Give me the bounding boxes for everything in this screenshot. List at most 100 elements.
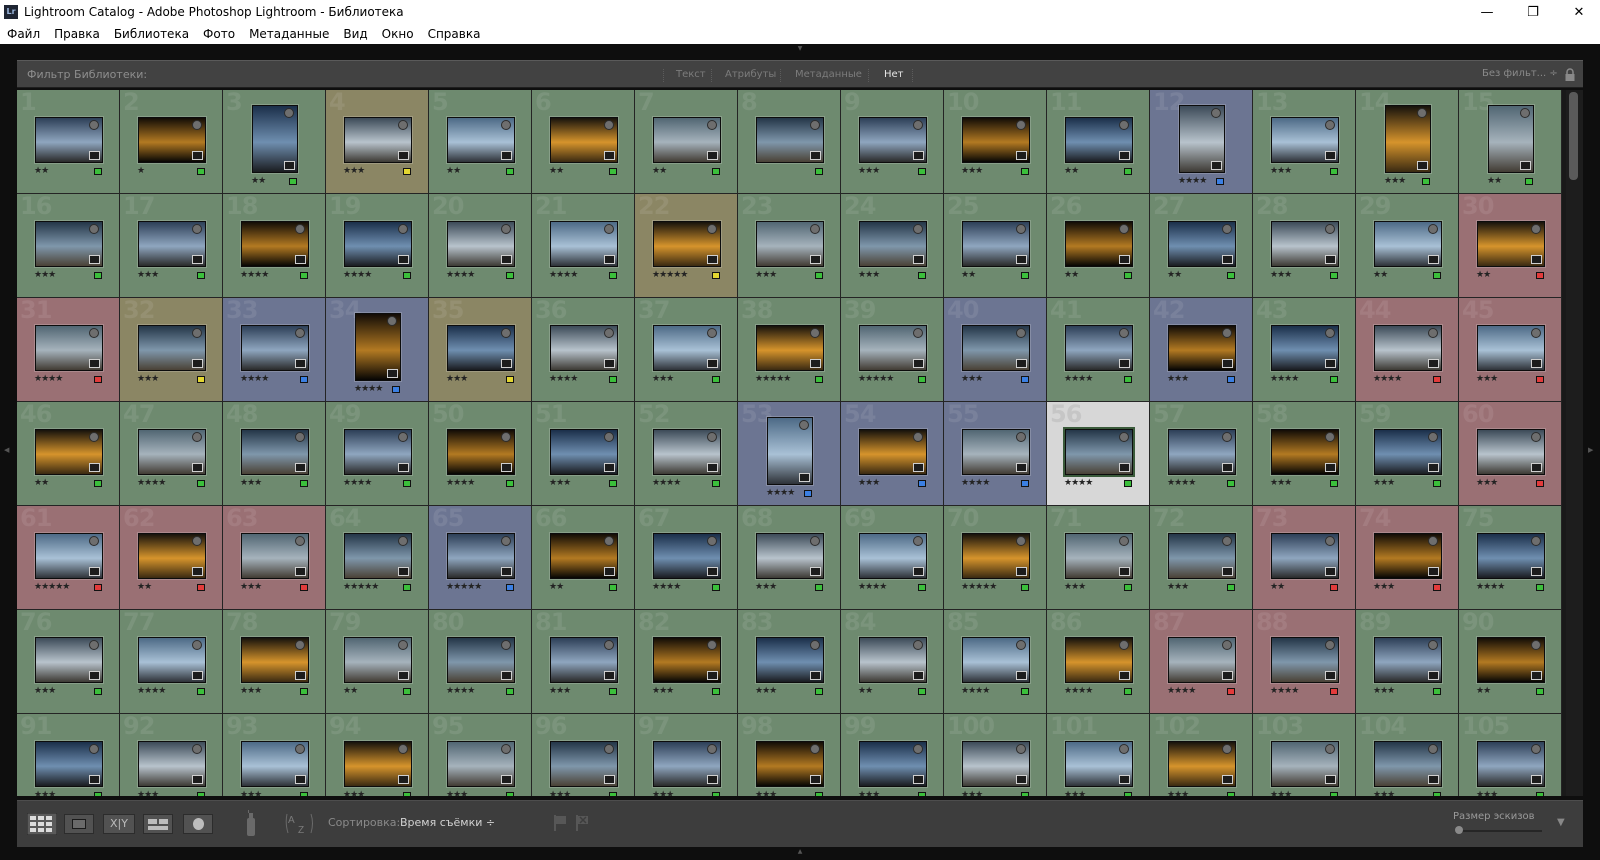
thumbnail-cell[interactable]: 66 ★★	[532, 506, 635, 610]
edited-badge-icon[interactable]	[913, 359, 924, 368]
color-label-icon[interactable]	[1021, 168, 1029, 175]
edited-badge-icon[interactable]	[1428, 359, 1439, 368]
edited-badge-icon[interactable]	[913, 463, 924, 472]
color-label-icon[interactable]	[94, 480, 102, 487]
thumbnail-cell[interactable]: 19 ★★★★	[326, 194, 429, 298]
star-rating[interactable]: ★★	[1487, 176, 1502, 186]
quick-collection-icon[interactable]	[604, 640, 614, 650]
thumbnail-cell[interactable]: 36 ★★★★	[532, 298, 635, 402]
edited-badge-icon[interactable]	[1325, 671, 1336, 680]
quick-collection-icon[interactable]	[1119, 744, 1129, 754]
thumbnail-cell[interactable]: 84 ★★	[841, 610, 944, 714]
star-rating[interactable]: ★★★★	[1373, 374, 1402, 384]
filter-none-button[interactable]: Нет	[884, 69, 904, 80]
quick-collection-icon[interactable]	[1325, 536, 1335, 546]
quick-collection-icon[interactable]	[1428, 744, 1438, 754]
color-label-icon[interactable]	[94, 168, 102, 175]
quick-collection-icon[interactable]	[398, 120, 408, 130]
star-rating[interactable]: ★★	[961, 270, 976, 280]
color-label-icon[interactable]	[94, 792, 102, 796]
thumbnail-cell[interactable]: 7 ★★	[635, 90, 738, 194]
edited-badge-icon[interactable]	[1222, 775, 1233, 784]
thumbnail-cell[interactable]: 60 ★★★	[1459, 402, 1562, 506]
quick-collection-icon[interactable]	[89, 224, 99, 234]
thumbnail-cell[interactable]: 40 ★★★	[944, 298, 1047, 402]
star-rating[interactable]: ★★★★	[1167, 686, 1196, 696]
star-rating[interactable]: ★★	[1373, 270, 1388, 280]
edited-badge-icon[interactable]	[89, 567, 100, 576]
thumbnail-cell[interactable]: 53 ★★★★	[738, 402, 841, 506]
star-rating[interactable]: ★★★	[755, 270, 777, 280]
star-rating[interactable]: ★★★	[1167, 374, 1189, 384]
quick-collection-icon[interactable]	[810, 536, 820, 546]
quick-collection-icon[interactable]	[192, 744, 202, 754]
thumbnail-cell[interactable]: 81 ★★★	[532, 610, 635, 714]
thumbnail-cell[interactable]: 65 ★★★★★	[429, 506, 532, 610]
edited-badge-icon[interactable]	[707, 359, 718, 368]
edited-badge-icon[interactable]	[89, 359, 100, 368]
chevron-down-icon[interactable]: ▼	[1557, 817, 1565, 828]
quick-collection-icon[interactable]	[1520, 108, 1530, 118]
thumbnail-cell[interactable]: 52 ★★★★	[635, 402, 738, 506]
color-label-icon[interactable]	[94, 688, 102, 695]
star-rating[interactable]: ★★★	[240, 478, 262, 488]
color-label-icon[interactable]	[1433, 480, 1441, 487]
thumbnail-cell[interactable]: 34 ★★★★	[326, 298, 429, 402]
thumbnail-cell[interactable]: 93 ★★★	[223, 714, 326, 796]
edited-badge-icon[interactable]	[1016, 151, 1027, 160]
edited-badge-icon[interactable]	[501, 255, 512, 264]
quick-collection-icon[interactable]	[1531, 224, 1541, 234]
thumbnail-cell[interactable]: 54 ★★★	[841, 402, 944, 506]
star-rating[interactable]: ★★★	[343, 166, 365, 176]
thumbnail-cell[interactable]: 6 ★★	[532, 90, 635, 194]
color-label-icon[interactable]	[712, 480, 720, 487]
color-label-icon[interactable]	[403, 584, 411, 591]
star-rating[interactable]: ★★★	[755, 686, 777, 696]
color-label-icon[interactable]	[197, 688, 205, 695]
edited-badge-icon[interactable]	[295, 775, 306, 784]
quick-collection-icon[interactable]	[89, 640, 99, 650]
color-label-icon[interactable]	[506, 272, 514, 279]
edited-badge-icon[interactable]	[1325, 151, 1336, 160]
edited-badge-icon[interactable]	[192, 775, 203, 784]
bottom-panel-toggle-icon[interactable]: ▲	[795, 848, 805, 855]
color-label-icon[interactable]	[403, 688, 411, 695]
thumbnail-cell[interactable]: 91 ★★★	[17, 714, 120, 796]
thumbnail-cell[interactable]: 104 ★★★	[1356, 714, 1459, 796]
star-rating[interactable]: ★★	[137, 582, 152, 592]
star-rating[interactable]: ★★★	[652, 686, 674, 696]
star-rating[interactable]: ★★★★★	[446, 582, 482, 592]
quick-collection-icon[interactable]	[707, 536, 717, 546]
star-rating[interactable]: ★★★★	[137, 478, 166, 488]
star-rating[interactable]: ★★★★	[240, 270, 269, 280]
edited-badge-icon[interactable]	[799, 473, 810, 482]
quick-collection-icon[interactable]	[295, 432, 305, 442]
quick-collection-icon[interactable]	[1428, 640, 1438, 650]
color-label-icon[interactable]	[1433, 584, 1441, 591]
quick-collection-icon[interactable]	[192, 640, 202, 650]
color-label-icon[interactable]	[197, 792, 205, 796]
quick-collection-icon[interactable]	[1222, 536, 1232, 546]
star-rating[interactable]: ★★★	[961, 166, 983, 176]
edited-badge-icon[interactable]	[89, 463, 100, 472]
thumbnail-cell[interactable]: 37 ★★★	[635, 298, 738, 402]
thumbnail-cell[interactable]: 29 ★★	[1356, 194, 1459, 298]
star-rating[interactable]: ★★★★	[137, 686, 166, 696]
thumbnail-cell[interactable]: 57 ★★★★	[1150, 402, 1253, 506]
thumbnail-cell[interactable]: 103 ★★★	[1253, 714, 1356, 796]
color-label-icon[interactable]	[712, 688, 720, 695]
thumbnail-cell[interactable]: 23 ★★★	[738, 194, 841, 298]
star-rating[interactable]: ★★	[34, 478, 49, 488]
star-rating[interactable]: ★★★	[34, 270, 56, 280]
edited-badge-icon[interactable]	[707, 151, 718, 160]
color-label-icon[interactable]	[1021, 584, 1029, 591]
quick-collection-icon[interactable]	[1325, 120, 1335, 130]
quick-collection-icon[interactable]	[604, 328, 614, 338]
quick-collection-icon[interactable]	[1222, 744, 1232, 754]
edited-badge-icon[interactable]	[604, 775, 615, 784]
star-rating[interactable]: ★★★	[858, 166, 880, 176]
star-rating[interactable]: ★★★★	[766, 488, 795, 498]
star-rating[interactable]: ★★★	[1373, 582, 1395, 592]
thumbnail-cell[interactable]: 44 ★★★★	[1356, 298, 1459, 402]
star-rating[interactable]: ★★★	[961, 790, 983, 796]
